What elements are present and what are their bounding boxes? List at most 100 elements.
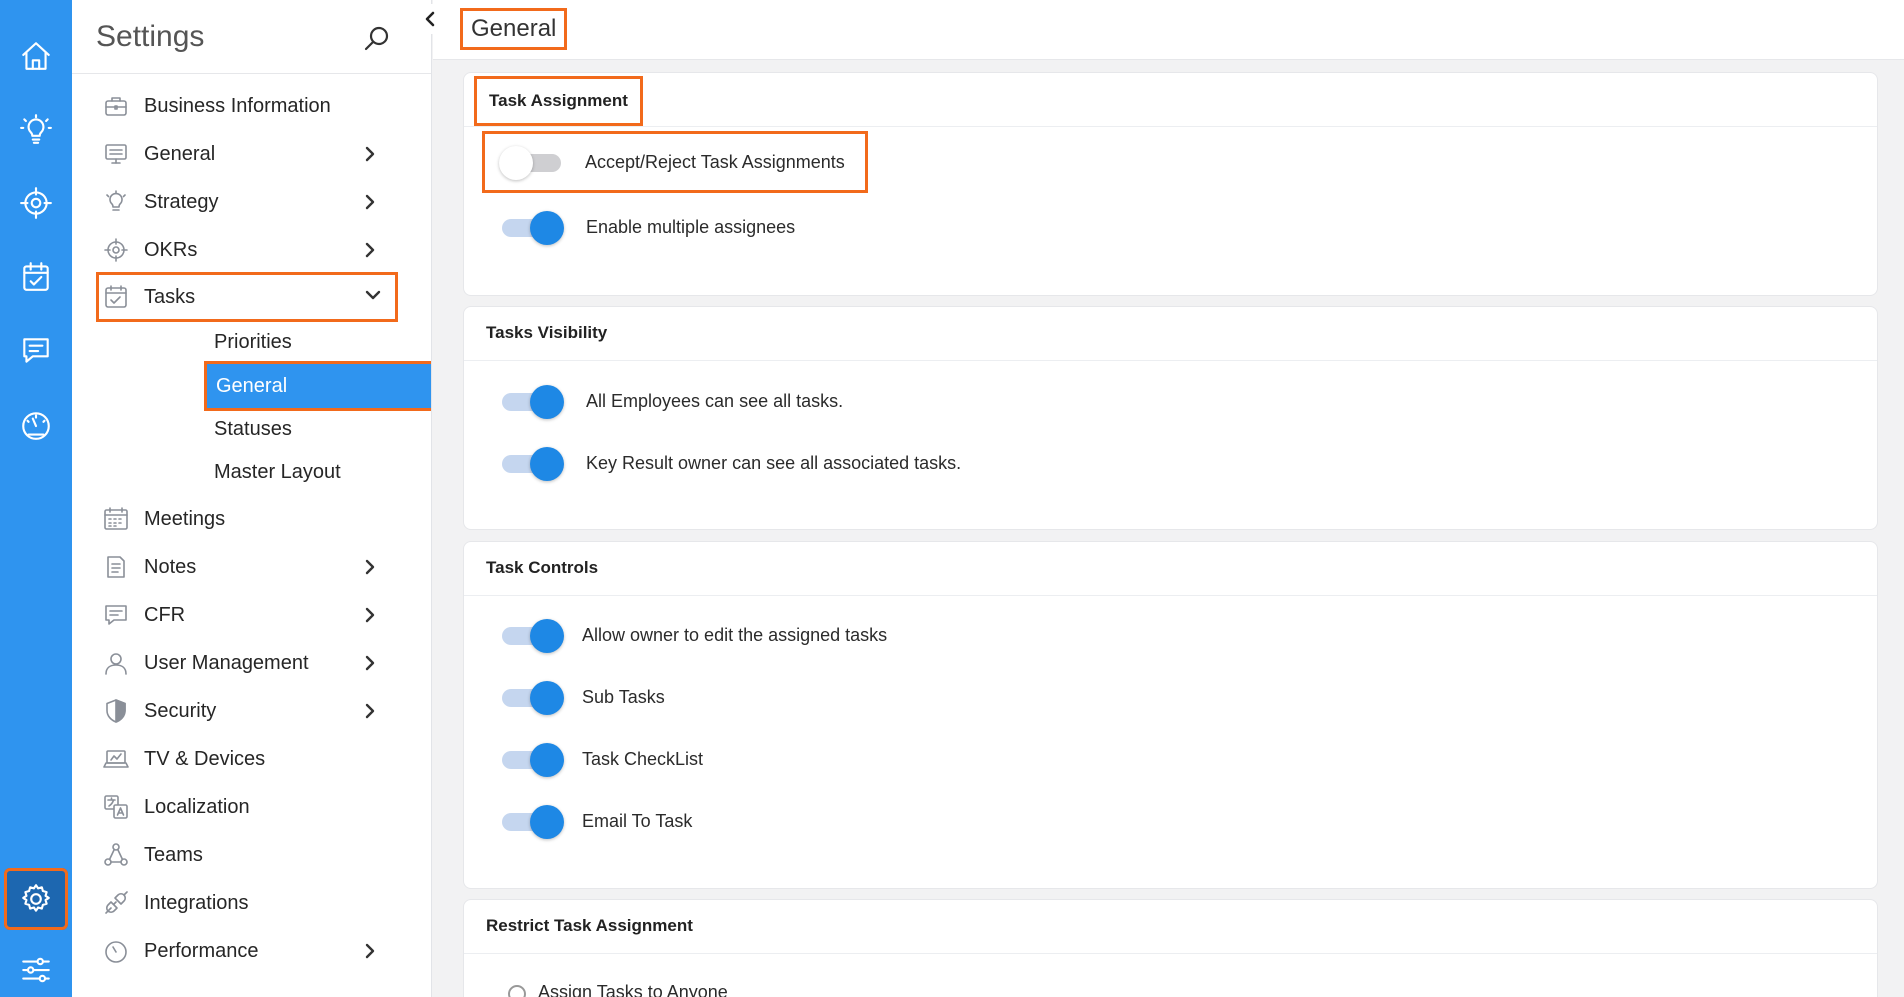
sidebar-item-user-management[interactable]: User Management — [102, 643, 392, 683]
sidebar-item-label: Localization — [144, 795, 250, 818]
radio-label: Assign Tasks to Anyone — [538, 982, 728, 997]
all-employees-toggle-row[interactable]: All Employees can see all tasks. — [500, 381, 843, 421]
kr-owner-toggle-row[interactable]: Key Result owner can see all associated … — [500, 443, 961, 483]
sidebar-item-performance[interactable]: Performance — [102, 931, 392, 971]
teams-icon — [102, 841, 130, 869]
chat-icon — [102, 601, 130, 629]
sidebar-item-localization[interactable]: Localization — [102, 787, 392, 827]
toggle-label: Sub Tasks — [582, 686, 665, 707]
card-title: Tasks Visibility — [486, 323, 608, 342]
app-nav-rail — [0, 0, 72, 997]
sidebar-item-tv-devices[interactable]: TV & Devices — [102, 739, 392, 779]
email-to-task-toggle[interactable] — [500, 801, 564, 841]
gauge-icon[interactable] — [11, 400, 61, 450]
chevron-right-icon — [362, 242, 378, 258]
email-to-task-toggle-row[interactable]: Email To Task — [500, 801, 692, 841]
toggle-label: Task CheckList — [582, 748, 704, 769]
sidebar-title: Settings — [96, 20, 205, 53]
chevron-down-icon — [365, 287, 381, 303]
assign-anyone-radio[interactable] — [508, 985, 526, 997]
accept-reject-toggle-row[interactable]: Accept/Reject Task Assignments — [482, 131, 868, 193]
gear-icon[interactable] — [4, 868, 68, 930]
lightbulb-icon[interactable] — [11, 105, 61, 155]
accept-reject-toggle[interactable] — [499, 142, 563, 182]
tasks-visibility-card: Tasks Visibility All Employees can see a… — [463, 306, 1878, 530]
page-title: General — [460, 8, 568, 50]
sidebar-item-teams[interactable]: Teams — [102, 835, 392, 875]
sidebar-header: Settings — [72, 0, 431, 74]
toggle-label: Email To Task — [582, 810, 693, 831]
calendar-check-icon[interactable] — [11, 252, 61, 302]
toggle-label: Enable multiple assignees — [586, 216, 796, 237]
card-title: Task Controls — [486, 558, 599, 577]
chevron-right-icon — [362, 194, 378, 210]
monitor-settings-icon — [102, 140, 130, 168]
sidebar-item-integrations[interactable]: Integrations — [102, 883, 392, 923]
target-icon[interactable] — [11, 178, 61, 228]
sidebar-item-security[interactable]: Security — [102, 691, 392, 731]
card-header: Task Controls — [464, 542, 1877, 596]
calendar-grid-icon — [102, 505, 130, 533]
sidebar-subitem-master-layout[interactable]: Master Layout — [208, 452, 431, 492]
sidebar-item-label: Performance — [144, 939, 259, 962]
sidebar-item-label: Security — [144, 699, 217, 722]
chevron-right-icon — [362, 559, 378, 575]
sidebar-item-label: TV & Devices — [144, 747, 266, 770]
chat-icon[interactable] — [11, 326, 61, 376]
sidebar-item-label: CFR — [144, 603, 186, 626]
sidebar-item-business-information[interactable]: Business Information — [102, 86, 392, 126]
task-checklist-toggle[interactable] — [500, 739, 564, 779]
sidebar-item-label: Meetings — [144, 507, 226, 530]
lightbulb-icon — [102, 188, 130, 216]
sidebar-item-tasks[interactable]: Tasks — [96, 272, 398, 322]
chevron-right-icon — [362, 607, 378, 623]
sidebar-item-label: General — [144, 142, 216, 165]
toggle-label: All Employees can see all tasks. — [586, 390, 844, 411]
sidebar-item-general[interactable]: General — [102, 134, 392, 174]
sidebar-item-strategy[interactable]: Strategy — [102, 182, 392, 222]
toggle-label: Allow owner to edit the assigned tasks — [582, 624, 888, 645]
all-employees-toggle[interactable] — [500, 381, 564, 421]
task-assignment-card: Task Assignment Accept/Reject Task Assig… — [463, 72, 1878, 296]
home-icon[interactable] — [11, 31, 61, 81]
multiple-assignees-toggle[interactable] — [500, 207, 564, 247]
sidebar-subitem-priorities[interactable]: Priorities — [208, 322, 431, 362]
card-header: Tasks Visibility — [464, 307, 1877, 361]
toggle-label: Key Result owner can see all associated … — [586, 452, 962, 473]
chevron-left-icon — [422, 11, 438, 27]
owner-edit-toggle[interactable] — [500, 615, 564, 655]
search-icon[interactable] — [362, 24, 392, 54]
laptop-icon — [102, 745, 130, 773]
sidebar-subitem-statuses[interactable]: Statuses — [208, 409, 431, 449]
sidebar-item-label: Strategy — [144, 190, 219, 213]
sidebar-item-label: Integrations — [144, 891, 249, 914]
sidebar-item-label: User Management — [144, 651, 309, 674]
sub-tasks-toggle-row[interactable]: Sub Tasks — [500, 677, 665, 717]
sidebar-subitem-general[interactable]: General — [204, 361, 431, 411]
note-icon — [102, 553, 130, 581]
chevron-right-icon — [362, 943, 378, 959]
restrict-task-assignment-card: Restrict Task Assignment Assign Tasks to… — [463, 899, 1878, 997]
owner-edit-toggle-row[interactable]: Allow owner to edit the assigned tasks — [500, 615, 887, 655]
sidebar-item-okrs[interactable]: OKRs — [102, 230, 392, 270]
task-checklist-toggle-row[interactable]: Task CheckList — [500, 739, 703, 779]
sub-tasks-toggle[interactable] — [500, 677, 564, 717]
card-title: Task Assignment — [474, 76, 643, 126]
sliders-icon[interactable] — [11, 945, 61, 995]
chevron-right-icon — [362, 146, 378, 162]
sidebar-item-label: Notes — [144, 555, 197, 578]
sidebar-item-cfr[interactable]: CFR — [102, 595, 392, 635]
collapse-sidebar-button[interactable] — [416, 4, 444, 34]
sidebar-item-label: Teams — [144, 843, 203, 866]
translate-icon — [102, 793, 130, 821]
content-header — [433, 0, 1904, 60]
kr-owner-toggle[interactable] — [500, 443, 564, 483]
sidebar-item-label: Business Information — [144, 94, 331, 117]
card-title: Restrict Task Assignment — [486, 916, 693, 935]
multiple-assignees-toggle-row[interactable]: Enable multiple assignees — [500, 207, 795, 247]
settings-sidebar: Settings Business Information General St… — [72, 0, 432, 997]
sidebar-item-meetings[interactable]: Meetings — [102, 499, 392, 539]
card-header: Restrict Task Assignment — [464, 900, 1877, 954]
plug-icon — [102, 889, 130, 917]
sidebar-item-notes[interactable]: Notes — [102, 547, 392, 587]
